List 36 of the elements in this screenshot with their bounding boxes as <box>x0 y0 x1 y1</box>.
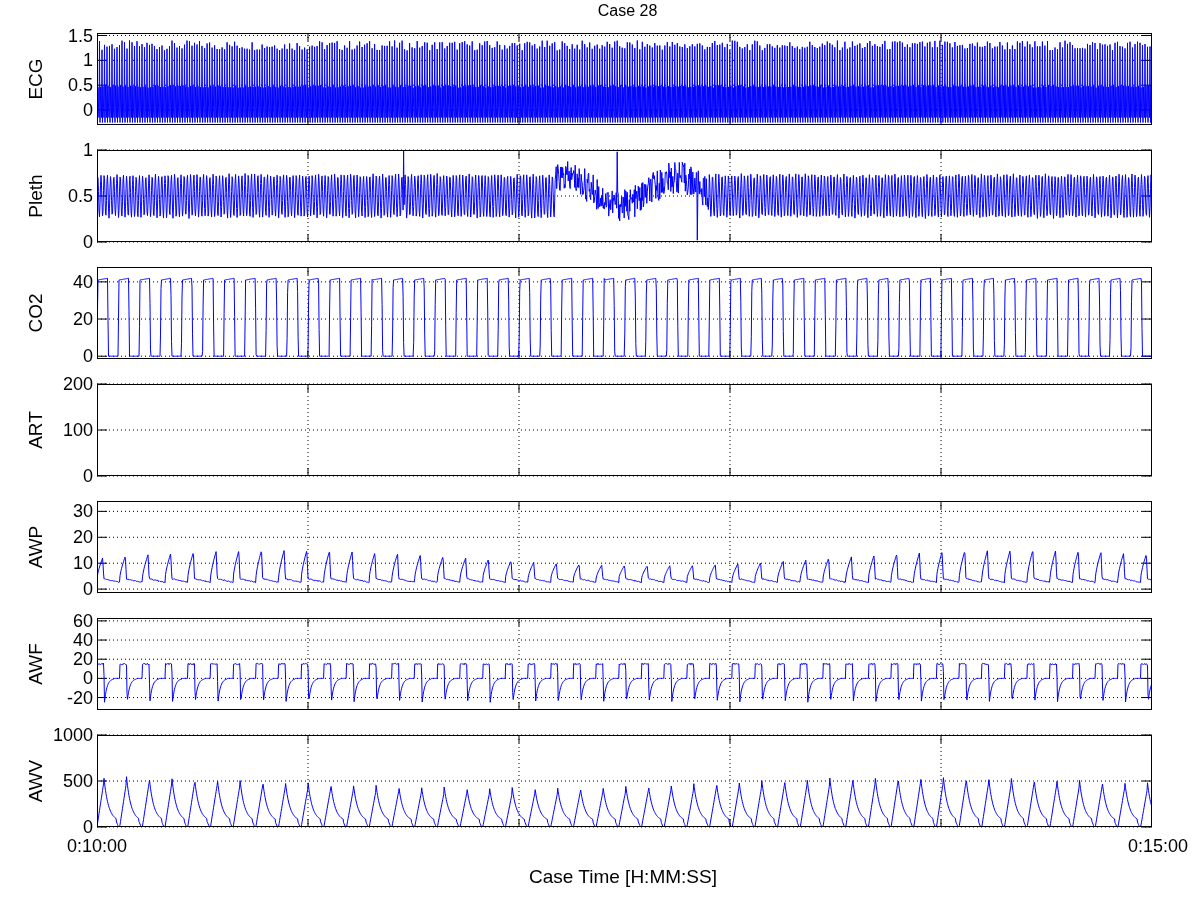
tick-label: 1.5 <box>67 25 93 46</box>
tick-label: 200 <box>62 374 93 394</box>
axis-label: ECG <box>25 58 46 100</box>
tick-label: 20 <box>72 527 93 548</box>
tick-label: 0 <box>83 579 93 600</box>
tick-label: 1 <box>83 140 93 160</box>
tick-label: 20 <box>72 649 93 670</box>
tick-label: 0.5 <box>67 75 93 96</box>
tick-label: 0:15:00 <box>1127 835 1189 857</box>
tick-label: 60 <box>72 610 93 631</box>
axis-label: CO2 <box>25 293 46 333</box>
axis-label: Case Time [H:MM:SS] <box>529 865 717 889</box>
tick-label: 0 <box>83 668 93 689</box>
tick-label: 100 <box>62 420 93 440</box>
axis-label: Pleth <box>25 174 46 218</box>
tick-label: 0 <box>83 817 93 837</box>
tick-label: 40 <box>72 630 93 651</box>
tick-label: 0 <box>83 100 93 121</box>
tick-label: -20 <box>67 687 93 708</box>
tick-label: 40 <box>72 271 93 292</box>
tick-label: 20 <box>72 309 93 330</box>
tick-label: 10 <box>72 553 93 574</box>
axis-label: AWF <box>25 643 46 685</box>
tick-label: 1000 <box>52 725 93 745</box>
chart-title: Case 28 <box>597 1 658 21</box>
tick-label: 0 <box>83 232 93 252</box>
tick-label: 0:10:00 <box>66 835 128 857</box>
tick-label: 1 <box>83 50 93 71</box>
axis-label: AWP <box>25 525 46 569</box>
tick-label: 30 <box>72 501 93 522</box>
tick-label: 0 <box>83 346 93 367</box>
axis-label: AWV <box>25 759 46 803</box>
tick-label: 0.5 <box>67 186 93 206</box>
tick-label: 0 <box>83 466 93 486</box>
tick-label: 500 <box>62 771 93 791</box>
axis-label: ART <box>25 411 46 449</box>
